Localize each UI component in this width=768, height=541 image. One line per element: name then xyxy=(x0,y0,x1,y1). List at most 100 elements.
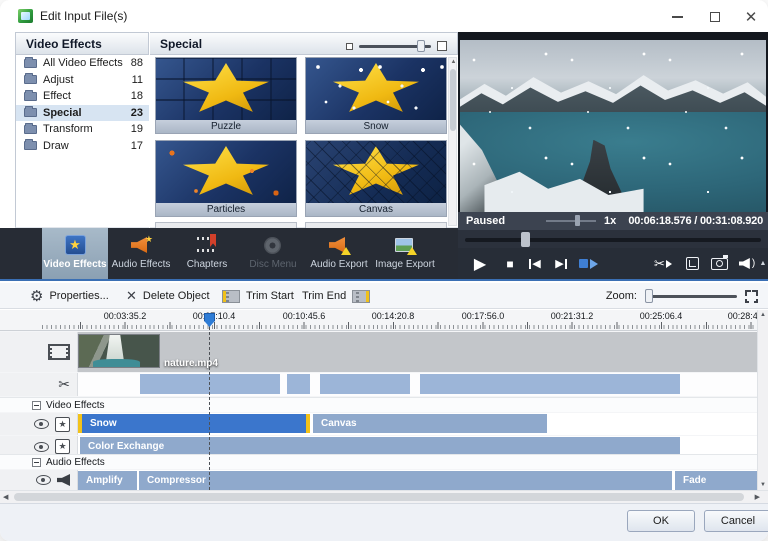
effect-bar-fade[interactable]: Fade xyxy=(675,471,757,490)
effect-bar-amplify[interactable]: Amplify xyxy=(78,471,137,490)
visibility-toggle-icon[interactable] xyxy=(36,475,51,485)
thumbnail-size-control xyxy=(346,40,447,52)
speed-value: 1x xyxy=(604,215,616,227)
trim-segments-track[interactable] xyxy=(78,373,757,396)
cancel-button[interactable]: Cancel xyxy=(704,510,768,532)
speed-slider[interactable] xyxy=(546,220,596,222)
gallery-scrollbar[interactable]: ▲ xyxy=(448,57,457,226)
scrollbar-thumb[interactable] xyxy=(450,69,456,131)
seek-groove[interactable] xyxy=(465,238,761,242)
collapse-icon[interactable] xyxy=(32,458,41,467)
effect-bar-snow[interactable]: Snow xyxy=(78,414,310,433)
volume-button[interactable]: ) xyxy=(734,248,760,279)
category-special[interactable]: Special 23 xyxy=(16,105,149,122)
speed-slider-thumb[interactable] xyxy=(575,215,580,226)
tab-audio-export[interactable]: Audio Export xyxy=(306,228,372,279)
folder-icon xyxy=(24,108,37,117)
visibility-toggle-icon[interactable] xyxy=(34,442,49,452)
tab-chapters[interactable]: Chapters xyxy=(174,228,240,279)
trim-track-gutter: ✂ xyxy=(0,373,78,396)
scroll-left-icon[interactable]: ◀ xyxy=(3,493,8,501)
zoom-label: Zoom: xyxy=(606,290,637,302)
scroll-down-icon[interactable]: ▼ xyxy=(758,482,768,488)
maximize-button[interactable] xyxy=(700,8,730,26)
category-draw[interactable]: Draw 17 xyxy=(16,138,149,155)
delete-object-button[interactable]: ✕ Delete Object xyxy=(126,283,210,309)
effect-row: Snow Canvas xyxy=(78,413,757,435)
fullscreen-button[interactable] xyxy=(680,248,704,279)
close-button[interactable]: ✕ xyxy=(736,8,766,26)
seek-thumb[interactable] xyxy=(521,232,530,247)
effect-bar-compressor[interactable]: Compressor xyxy=(139,471,672,490)
audio-effects-section-header[interactable]: Audio Effects xyxy=(0,454,757,469)
large-size-icon[interactable] xyxy=(437,41,447,51)
timeline-ruler[interactable]: 00:03:35.2 00:07:10.4 00:10:45.6 00:14:2… xyxy=(0,310,757,331)
volume-popup-caret[interactable]: ▲ xyxy=(758,248,768,279)
minimize-icon xyxy=(672,16,683,18)
slider-thumb[interactable] xyxy=(417,40,425,52)
collapse-icon[interactable] xyxy=(32,401,41,410)
window-title: Edit Input File(s) xyxy=(40,9,127,23)
trim-segment[interactable] xyxy=(140,374,280,394)
ok-button[interactable]: OK xyxy=(627,510,695,532)
effect-bar-canvas[interactable]: Canvas xyxy=(313,414,547,433)
visibility-toggle-icon[interactable] xyxy=(34,419,49,429)
trim-segment[interactable] xyxy=(420,374,680,394)
effect-thumbnail-puzzle[interactable]: Puzzle xyxy=(155,57,297,134)
play-icon: ▶ xyxy=(474,254,486,274)
scroll-up-icon[interactable]: ▲ xyxy=(758,312,768,318)
trim-segment[interactable] xyxy=(320,374,410,394)
split-button[interactable]: ✂ xyxy=(648,248,678,279)
previous-frame-button[interactable]: ◀ xyxy=(522,248,548,279)
next-frame-button[interactable]: ▶ xyxy=(548,248,574,279)
clip-thumbnail[interactable] xyxy=(78,334,160,368)
zoom-slider-thumb[interactable] xyxy=(645,289,653,303)
mode-tab-bar: ★ Video Effects ★ Audio Effects Chapters… xyxy=(0,228,458,281)
caret-up-icon: ▲ xyxy=(760,260,767,267)
properties-button[interactable]: ⚙ Properties... xyxy=(30,283,109,309)
scroll-up-icon[interactable]: ▲ xyxy=(450,59,457,65)
category-transform[interactable]: Transform 19 xyxy=(16,121,149,138)
timeline-vertical-scrollbar[interactable]: ▲ ▼ xyxy=(757,310,768,490)
category-effect[interactable]: Effect 18 xyxy=(16,88,149,105)
play-selection-button[interactable] xyxy=(574,248,602,279)
effect-thumbnail-particles[interactable]: Particles xyxy=(155,140,297,217)
thumbnail-size-slider[interactable] xyxy=(359,40,431,52)
scissors-icon: ✂ xyxy=(654,256,665,272)
effect-type-icon: ★ xyxy=(55,417,70,432)
effects-gallery: Puzzle Snow Particles Canvas xyxy=(150,55,458,228)
tab-disc-menu: Disc Menu xyxy=(240,228,306,279)
tab-audio-effects[interactable]: ★ Audio Effects xyxy=(108,228,174,279)
scroll-right-icon[interactable]: ▶ xyxy=(755,493,760,501)
video-preview-panel: Paused 1x 00:06:18.576 / 00:31:08.920 ▶ … xyxy=(458,32,768,281)
trim-end-icon xyxy=(352,290,370,303)
stop-button[interactable]: ■ xyxy=(498,248,522,279)
title-bar: Edit Input File(s) ✕ xyxy=(0,0,768,32)
fit-timeline-icon[interactable] xyxy=(745,290,758,303)
category-adjust[interactable]: Adjust 11 xyxy=(16,72,149,89)
video-track-icon xyxy=(48,344,70,360)
folder-icon xyxy=(24,125,37,134)
small-size-icon[interactable] xyxy=(346,43,353,50)
snapshot-button[interactable] xyxy=(706,248,732,279)
playback-status: Paused xyxy=(466,215,505,227)
effect-thumbnail-snow[interactable]: Snow xyxy=(305,57,447,134)
trim-start-button[interactable]: Trim Start xyxy=(222,283,294,309)
timeline-zoom-slider[interactable] xyxy=(645,289,737,303)
timeline-horizontal-scrollbar[interactable]: ◀ ▶ xyxy=(0,490,768,503)
category-all-video-effects[interactable]: All Video Effects 88 xyxy=(16,55,149,72)
minimize-button[interactable] xyxy=(662,8,692,26)
app-icon xyxy=(18,9,33,23)
trim-segment[interactable] xyxy=(287,374,310,394)
seek-bar xyxy=(458,230,768,248)
tab-video-effects[interactable]: ★ Video Effects xyxy=(42,228,108,279)
audio-effect-icon xyxy=(57,474,70,486)
effect-thumbnail-canvas[interactable]: Canvas xyxy=(305,140,447,217)
scrollbar-thumb[interactable] xyxy=(14,493,744,501)
play-button[interactable]: ▶ xyxy=(466,248,494,279)
video-track[interactable]: nature.mp4 xyxy=(78,332,757,372)
trim-end-button[interactable]: Trim End xyxy=(302,283,370,309)
tab-image-export[interactable]: Image Export xyxy=(372,228,438,279)
video-effects-section-header[interactable]: Video Effects xyxy=(0,397,757,412)
timeline-area: 00:03:35.2 00:07:10.4 00:10:45.6 00:14:2… xyxy=(0,310,768,503)
